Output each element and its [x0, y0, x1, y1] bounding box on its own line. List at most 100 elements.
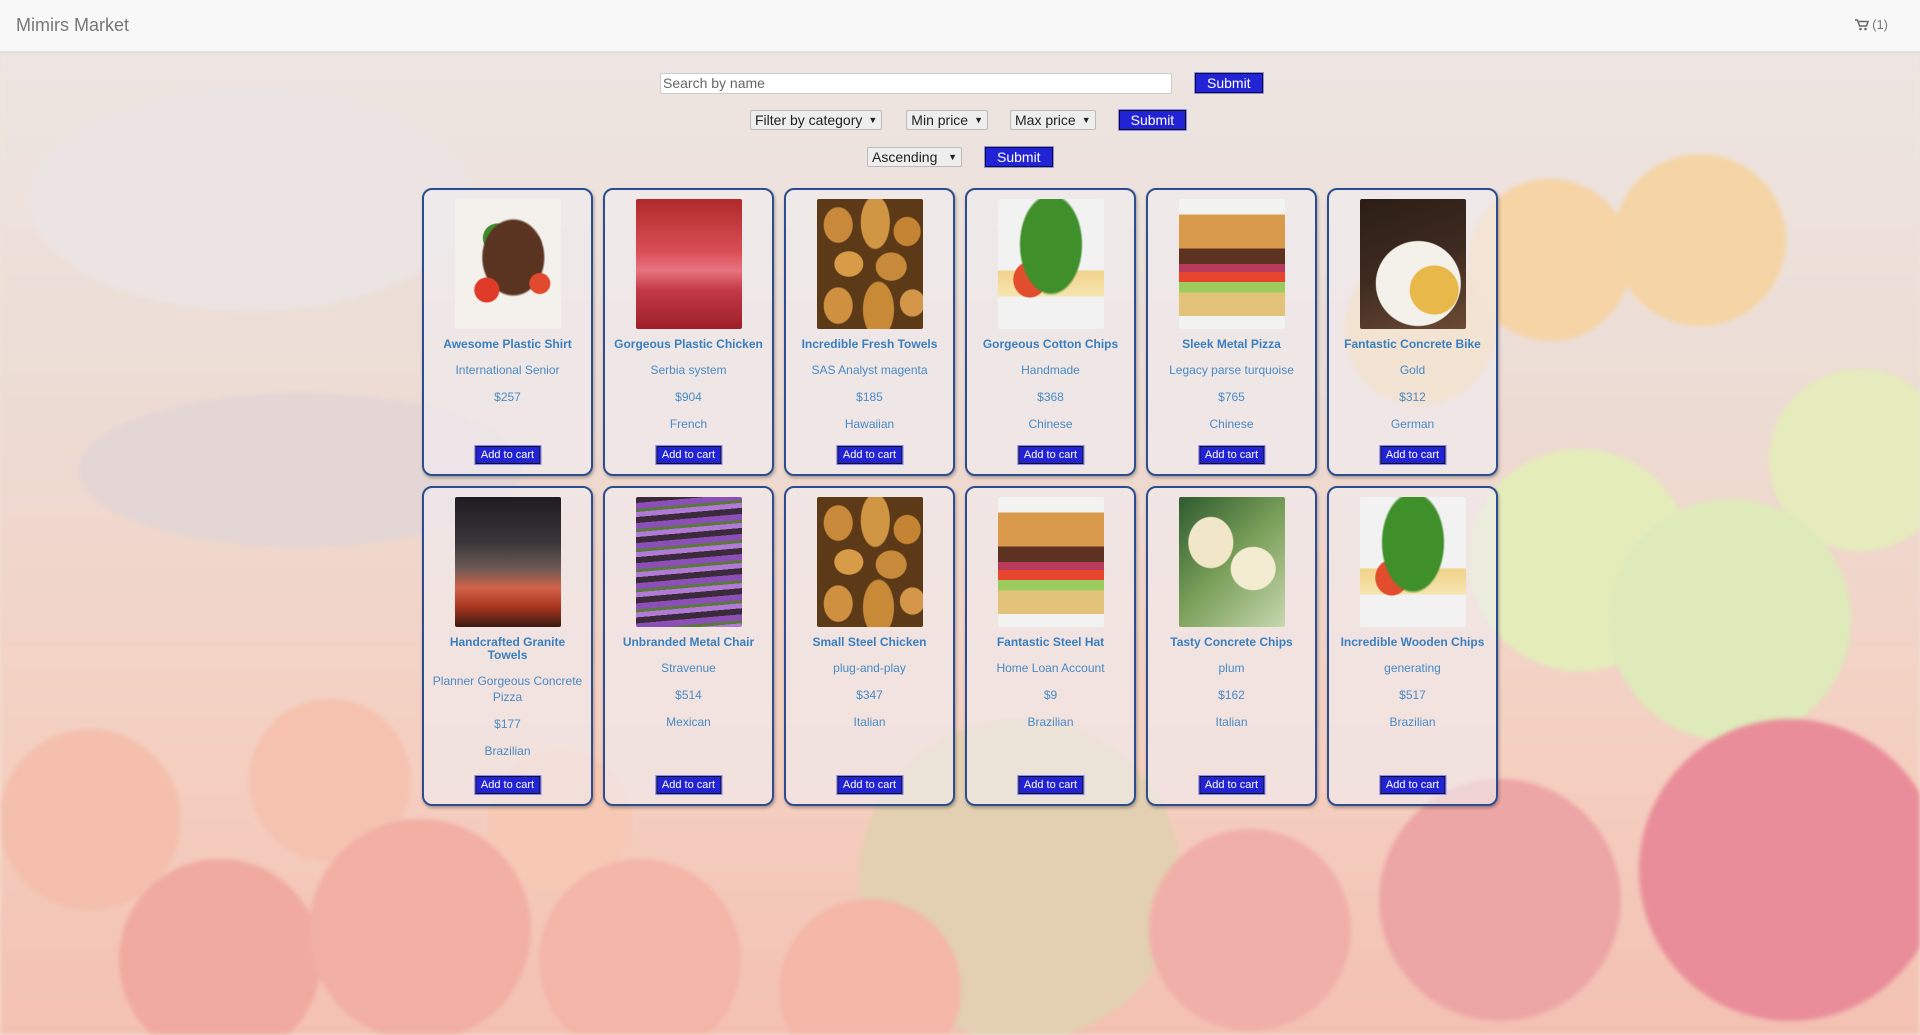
product-price: $514 — [675, 688, 702, 702]
product-description: Serbia system — [650, 363, 727, 377]
chevron-down-icon: ▼ — [868, 115, 878, 125]
product-description: Planner Gorgeous Concrete Pizza — [432, 674, 583, 704]
product-image[interactable] — [816, 497, 923, 627]
product-image[interactable] — [816, 199, 923, 329]
product-price: $904 — [675, 390, 702, 404]
product-image[interactable] — [997, 199, 1104, 329]
product-description: Handmade — [1021, 363, 1080, 377]
product-cuisine: Brazilian — [1389, 715, 1436, 729]
product-image[interactable] — [454, 199, 561, 329]
brand-title[interactable]: Mimirs Market — [16, 15, 129, 36]
product-cuisine: Italian — [853, 715, 886, 729]
product-card: Gorgeous Cotton Chips Handmade $368 Chin… — [965, 188, 1136, 476]
product-cuisine: Chinese — [1209, 417, 1254, 431]
product-description: generating — [1384, 661, 1441, 675]
add-to-cart-button[interactable]: Add to cart — [835, 775, 904, 795]
chevron-down-icon: ▼ — [1081, 115, 1091, 125]
product-image[interactable] — [454, 497, 561, 627]
product-card: Fantastic Concrete Bike Gold $312 German… — [1327, 188, 1498, 476]
product-card: Handcrafted Granite Towels Planner Gorge… — [422, 486, 593, 806]
product-card: Gorgeous Plastic Chicken Serbia system $… — [603, 188, 774, 476]
product-cuisine: Italian — [1215, 715, 1248, 729]
add-to-cart-button[interactable]: Add to cart — [473, 445, 542, 465]
product-name[interactable]: Incredible Fresh Towels — [786, 338, 953, 351]
product-cuisine: Chinese — [1028, 417, 1073, 431]
filter-submit-button[interactable]: Submit — [1117, 109, 1188, 131]
max-price-select[interactable]: Max price ▼ — [1010, 110, 1096, 130]
product-card: Incredible Fresh Towels SAS Analyst mage… — [784, 188, 955, 476]
product-cuisine: German — [1390, 417, 1435, 431]
product-description: plum — [1218, 661, 1245, 675]
max-price-label: Max price — [1015, 112, 1076, 128]
product-image[interactable] — [635, 497, 742, 627]
product-name[interactable]: Gorgeous Cotton Chips — [967, 338, 1134, 351]
product-image[interactable] — [1359, 199, 1466, 329]
product-card: Awesome Plastic Shirt International Seni… — [422, 188, 593, 476]
product-cuisine: Brazilian — [484, 744, 531, 758]
add-to-cart-button[interactable]: Add to cart — [473, 775, 542, 795]
sort-order-label: Ascending — [872, 149, 938, 165]
product-cuisine: Brazilian — [1027, 715, 1074, 729]
chevron-down-icon: ▼ — [948, 152, 957, 162]
add-to-cart-button[interactable]: Add to cart — [1016, 775, 1085, 795]
min-price-label: Min price — [911, 112, 969, 128]
product-image[interactable] — [1359, 497, 1466, 627]
product-card: Unbranded Metal Chair Stravenue $514 Mex… — [603, 486, 774, 806]
shopping-cart-icon — [1855, 18, 1870, 30]
add-to-cart-button[interactable]: Add to cart — [1378, 445, 1447, 465]
product-name[interactable]: Incredible Wooden Chips — [1329, 636, 1496, 649]
category-filter-label: Filter by category — [755, 112, 863, 128]
product-cuisine: Mexican — [666, 715, 711, 729]
product-card: Sleek Metal Pizza Legacy parse turquoise… — [1146, 188, 1317, 476]
product-name[interactable]: Tasty Concrete Chips — [1148, 636, 1315, 649]
product-name[interactable]: Sleek Metal Pizza — [1148, 338, 1315, 351]
product-price: $368 — [1037, 390, 1064, 404]
product-price: $517 — [1399, 688, 1426, 702]
cart-link[interactable]: (1) — [1855, 17, 1888, 32]
product-image[interactable] — [997, 497, 1104, 627]
add-to-cart-button[interactable]: Add to cart — [1016, 445, 1085, 465]
product-name[interactable]: Fantastic Steel Hat — [967, 636, 1134, 649]
product-card: Fantastic Steel Hat Home Loan Account $9… — [965, 486, 1136, 806]
add-to-cart-button[interactable]: Add to cart — [654, 775, 723, 795]
product-image[interactable] — [635, 199, 742, 329]
add-to-cart-button[interactable]: Add to cart — [1197, 775, 1266, 795]
search-submit-button[interactable]: Submit — [1194, 72, 1264, 94]
product-price: $257 — [494, 390, 521, 404]
add-to-cart-button[interactable]: Add to cart — [654, 445, 723, 465]
product-price: $347 — [856, 688, 883, 702]
product-name[interactable]: Awesome Plastic Shirt — [424, 338, 591, 351]
product-cuisine: Hawaiian — [844, 417, 895, 431]
product-description: plug-and-play — [833, 661, 906, 675]
product-image[interactable] — [1178, 199, 1285, 329]
product-description: International Senior — [455, 363, 560, 377]
product-name[interactable]: Fantastic Concrete Bike — [1329, 338, 1496, 351]
add-to-cart-button[interactable]: Add to cart — [835, 445, 904, 465]
product-card: Incredible Wooden Chips generating $517 … — [1327, 486, 1498, 806]
product-name[interactable]: Gorgeous Plastic Chicken — [605, 338, 772, 351]
product-name[interactable]: Handcrafted Granite Towels — [424, 636, 591, 662]
search-row: Submit — [660, 72, 1264, 94]
product-card: Tasty Concrete Chips plum $162 Italian A… — [1146, 486, 1317, 806]
filter-row: Filter by category ▼ Min price ▼ Max pri… — [750, 109, 1188, 131]
sort-order-select[interactable]: Ascending ▼ — [867, 147, 962, 167]
product-description: Home Loan Account — [996, 661, 1105, 675]
product-image[interactable] — [1178, 497, 1285, 627]
top-navbar: Mimirs Market (1) — [0, 0, 1920, 52]
cart-count: (1) — [1872, 17, 1888, 32]
min-price-select[interactable]: Min price ▼ — [906, 110, 989, 130]
product-grid: Awesome Plastic Shirt International Seni… — [422, 188, 1498, 806]
search-input[interactable] — [660, 72, 1172, 94]
sort-row: Ascending ▼ Submit — [867, 146, 1054, 168]
product-description: SAS Analyst magenta — [811, 363, 928, 377]
add-to-cart-button[interactable]: Add to cart — [1197, 445, 1266, 465]
product-description: Stravenue — [661, 661, 716, 675]
product-name[interactable]: Unbranded Metal Chair — [605, 636, 772, 649]
product-name[interactable]: Small Steel Chicken — [786, 636, 953, 649]
product-description: Gold — [1399, 363, 1426, 377]
product-card: Small Steel Chicken plug-and-play $347 I… — [784, 486, 955, 806]
sort-submit-button[interactable]: Submit — [984, 146, 1054, 168]
category-filter-select[interactable]: Filter by category ▼ — [750, 110, 883, 130]
product-price: $312 — [1399, 390, 1426, 404]
add-to-cart-button[interactable]: Add to cart — [1378, 775, 1447, 795]
